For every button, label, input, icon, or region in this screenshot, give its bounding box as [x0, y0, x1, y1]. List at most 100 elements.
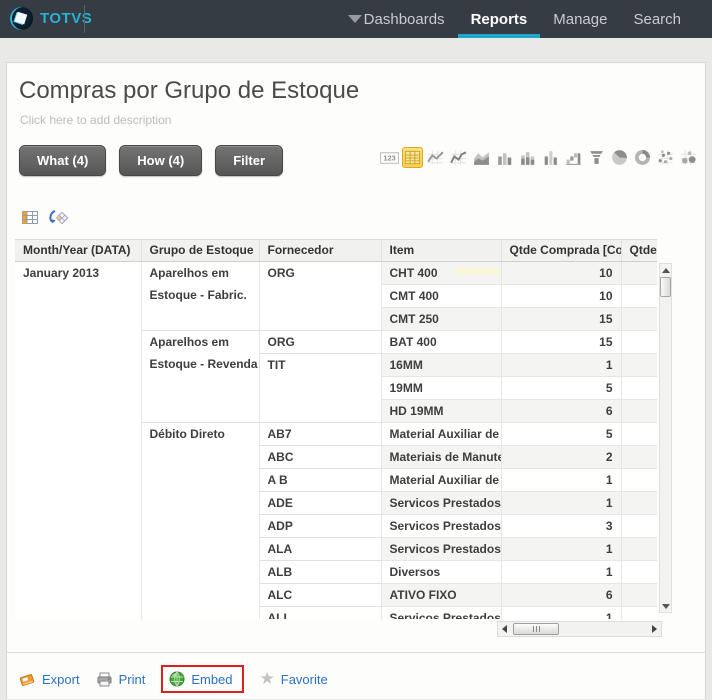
col-header-item[interactable]: Item	[380, 239, 501, 262]
export-icon	[19, 673, 35, 686]
cell-fornecedor[interactable]: ORG	[258, 330, 381, 354]
cell-fornecedor[interactable]: ADE	[258, 491, 381, 515]
horizontal-scroll-thumb[interactable]	[513, 623, 559, 635]
cell-grupo[interactable]: Aparelhos em Estoque - Revenda	[140, 330, 259, 423]
cell-qtde[interactable]: 5	[500, 376, 621, 400]
stacked-bar-chart-icon[interactable]	[517, 147, 538, 168]
table-chart-icon[interactable]	[402, 147, 423, 168]
cell-qtde[interactable]: 1	[500, 606, 621, 619]
cell-qtde[interactable]: 1	[500, 537, 621, 561]
cell-item[interactable]: Servicos Prestados	[380, 514, 501, 538]
col-header-month[interactable]: Month/Year (DATA)	[15, 239, 141, 262]
waterfall-chart-icon[interactable]	[563, 147, 584, 168]
bubble-chart-icon[interactable]	[678, 147, 699, 168]
cell-fornecedor[interactable]: TIT	[258, 353, 381, 423]
report-description-placeholder[interactable]: Click here to add description	[20, 113, 171, 127]
curved-line-chart-icon[interactable]	[448, 147, 469, 168]
bar-chart-icon[interactable]	[494, 147, 515, 168]
cell-item[interactable]: CMT 400	[380, 284, 501, 308]
cell-fornecedor[interactable]: ADP	[258, 514, 381, 538]
funnel-chart-icon[interactable]	[586, 147, 607, 168]
cell-qtde[interactable]: 2	[500, 445, 621, 469]
col-header-grupo[interactable]: Grupo de Estoque	[140, 239, 259, 262]
cell-item[interactable]: Diversos	[380, 560, 501, 584]
line-chart-icon[interactable]	[425, 147, 446, 168]
export-link[interactable]: Export	[19, 672, 80, 687]
cell-qtde2	[620, 468, 657, 492]
cell-item[interactable]: HD 19MM	[380, 399, 501, 423]
cell-item[interactable]: Material Auxiliar de	[380, 422, 501, 446]
cell-fornecedor[interactable]: A B	[258, 468, 381, 492]
cell-fornecedor[interactable]: ALC	[258, 583, 381, 607]
cell-fornecedor[interactable]: ALB	[258, 560, 381, 584]
cell-qtde[interactable]: 1	[500, 468, 621, 492]
scroll-right-arrow[interactable]	[648, 622, 661, 636]
totvs-logo[interactable]: TOTVS	[10, 7, 92, 30]
pie-chart-icon[interactable]	[609, 147, 630, 168]
scatter-chart-icon[interactable]	[655, 147, 676, 168]
what-button[interactable]: What (4)	[19, 145, 107, 176]
cell-qtde[interactable]: 6	[500, 399, 621, 423]
cell-qtde[interactable]: 3	[500, 514, 621, 538]
cell-grupo[interactable]: Débito Direto	[140, 422, 259, 619]
col-header-qtde-2[interactable]: Qtde C	[620, 239, 657, 262]
cell-qtde[interactable]: 10	[500, 261, 621, 285]
cell-fornecedor[interactable]: ABC	[258, 445, 381, 469]
cell-qtde2	[620, 445, 657, 469]
col-header-qtde-comprada[interactable]: Qtde Comprada [Co	[500, 239, 621, 262]
rotate-labels-icon[interactable]	[48, 209, 70, 232]
cell-item[interactable]: 19MM	[380, 376, 501, 400]
cell-qtde[interactable]: 15	[500, 307, 621, 331]
cell-item[interactable]: Servicos Prestados	[380, 491, 501, 515]
scroll-down-arrow[interactable]	[660, 600, 671, 612]
area-chart-icon[interactable]	[471, 147, 492, 168]
vertical-scrollbar[interactable]	[659, 263, 672, 613]
col-header-fornecedor[interactable]: Fornecedor	[258, 239, 381, 262]
report-table-viewport: Month/Year (DATA) Grupo de Estoque Forne…	[15, 239, 657, 619]
nav-reports[interactable]: Reports	[457, 0, 541, 38]
nav-manage[interactable]: Manage	[540, 0, 620, 38]
nav-search[interactable]: Search	[620, 0, 694, 38]
cell-fornecedor[interactable]: AB7	[258, 422, 381, 446]
nav-dashboards[interactable]: Dashboards	[351, 0, 458, 38]
cell-qtde[interactable]: 6	[500, 583, 621, 607]
cell-qtde[interactable]: 1	[500, 491, 621, 515]
cell-qtde2	[620, 422, 657, 446]
cell-item[interactable]: CMT 250	[380, 307, 501, 331]
table-settings-icon[interactable]	[21, 210, 39, 231]
cell-item[interactable]: ATIVO FIXO	[380, 583, 501, 607]
cell-fornecedor[interactable]: ALA	[258, 537, 381, 561]
cell-grupo[interactable]: Aparelhos em Estoque - Fabric.	[140, 261, 259, 331]
cell-fornecedor[interactable]: ALI	[258, 606, 381, 619]
scroll-left-arrow[interactable]	[498, 622, 511, 636]
column-chart-icon[interactable]	[540, 147, 561, 168]
print-link[interactable]: Print	[96, 672, 145, 687]
cell-qtde2	[620, 560, 657, 584]
donut-chart-icon[interactable]	[632, 147, 653, 168]
cell-qtde[interactable]: 10	[500, 284, 621, 308]
cell-qtde[interactable]: 1	[500, 560, 621, 584]
cell-item[interactable]: Material Auxiliar de	[380, 468, 501, 492]
favorite-link[interactable]: ★ Favorite	[260, 670, 328, 687]
report-title[interactable]: Compras por Grupo de Estoque	[19, 77, 359, 105]
how-button[interactable]: How (4)	[119, 145, 203, 176]
cell-qtde[interactable]: 15	[500, 330, 621, 354]
cell-item[interactable]: Servicos Prestados	[380, 537, 501, 561]
cell-fornecedor[interactable]: ORG	[258, 261, 381, 331]
filter-button[interactable]: Filter	[215, 145, 284, 176]
cell-qtde2	[620, 491, 657, 515]
cell-item[interactable]: Servicos Prestados	[380, 606, 501, 619]
scroll-up-arrow[interactable]	[660, 264, 671, 276]
vertical-scroll-thumb[interactable]	[660, 277, 671, 297]
cell-item[interactable]: BAT 400	[380, 330, 501, 354]
cell-qtde[interactable]: 5	[500, 422, 621, 446]
cell-item[interactable]: 16MM	[380, 353, 501, 377]
embed-link[interactable]: Embed	[161, 665, 244, 693]
horizontal-scrollbar[interactable]	[497, 621, 662, 637]
cell-qtde2	[620, 376, 657, 400]
headline-123-icon[interactable]: 123	[379, 147, 400, 168]
cell-month[interactable]: January 2013	[15, 262, 141, 620]
cell-qtde2	[620, 307, 657, 331]
cell-qtde[interactable]: 1	[500, 353, 621, 377]
cell-item[interactable]: Materiais de Manute	[380, 445, 501, 469]
